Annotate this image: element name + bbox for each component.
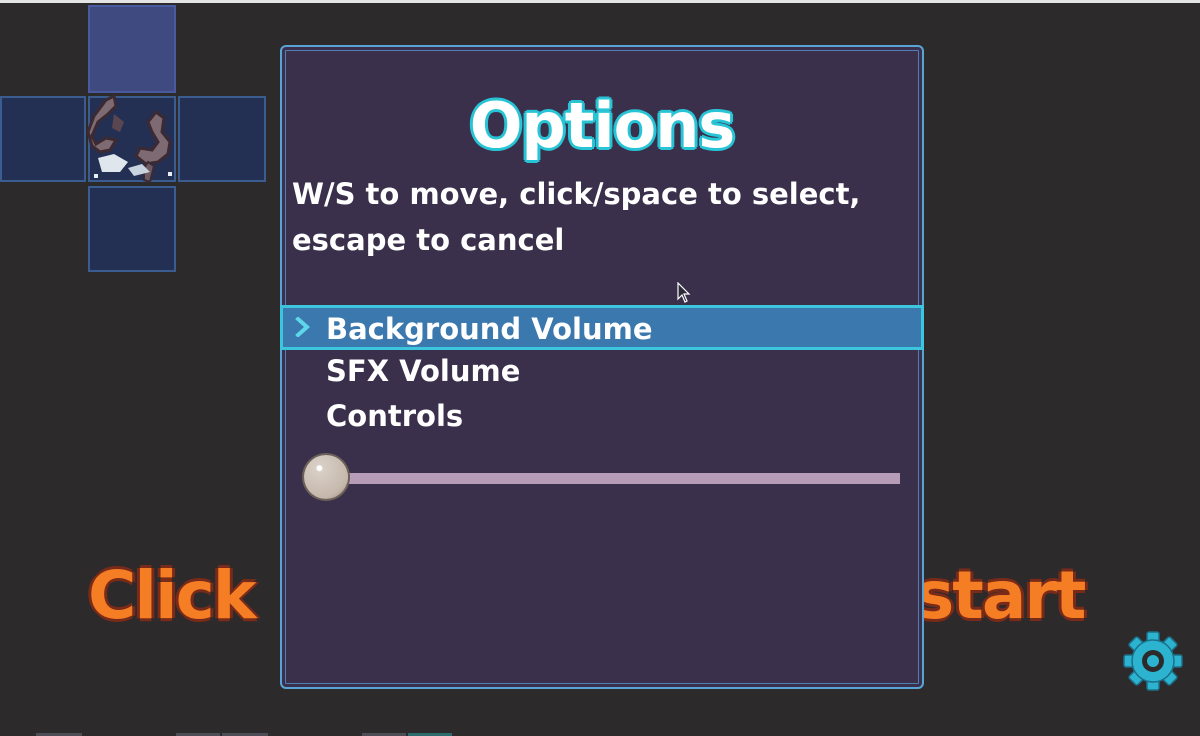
instructions-line-2: escape to cancel xyxy=(292,223,565,257)
mouse-cursor-icon xyxy=(677,282,691,303)
options-panel: Options W/S to move, click/space to sele… xyxy=(280,45,924,689)
menu-item-label: Background Volume xyxy=(326,312,653,346)
menu-item-controls[interactable]: Controls xyxy=(282,395,926,440)
bottom-strip xyxy=(0,730,1200,736)
volume-slider-knob[interactable] xyxy=(304,455,348,499)
window-top-edge xyxy=(0,0,1200,3)
menu-item-label: Controls xyxy=(326,399,464,433)
start-banner-right: start xyxy=(915,557,1086,634)
menu-item-sfx-volume[interactable]: SFX Volume xyxy=(282,350,926,395)
options-instructions: W/S to move, click/space to select, esca… xyxy=(292,171,912,263)
volume-slider-track[interactable] xyxy=(324,473,900,484)
menu-item-label: SFX Volume xyxy=(326,354,521,388)
board-tile-left[interactable] xyxy=(0,96,86,182)
volume-slider[interactable] xyxy=(304,455,900,499)
menu-item-background-volume[interactable]: Background Volume xyxy=(280,305,924,350)
instructions-line-1: W/S to move, click/space to select, xyxy=(292,177,861,211)
chevron-right-icon xyxy=(295,317,311,337)
options-menu: Background Volume SFX Volume Controls xyxy=(280,305,926,440)
board-tile-up[interactable] xyxy=(88,5,176,93)
gear-icon[interactable] xyxy=(1122,630,1184,692)
board-tile-right[interactable] xyxy=(178,96,266,182)
board-tile-down[interactable] xyxy=(88,186,176,272)
player-creature-sprite xyxy=(86,93,172,184)
start-banner-left: Click xyxy=(88,557,257,634)
options-title: Options xyxy=(469,89,736,162)
